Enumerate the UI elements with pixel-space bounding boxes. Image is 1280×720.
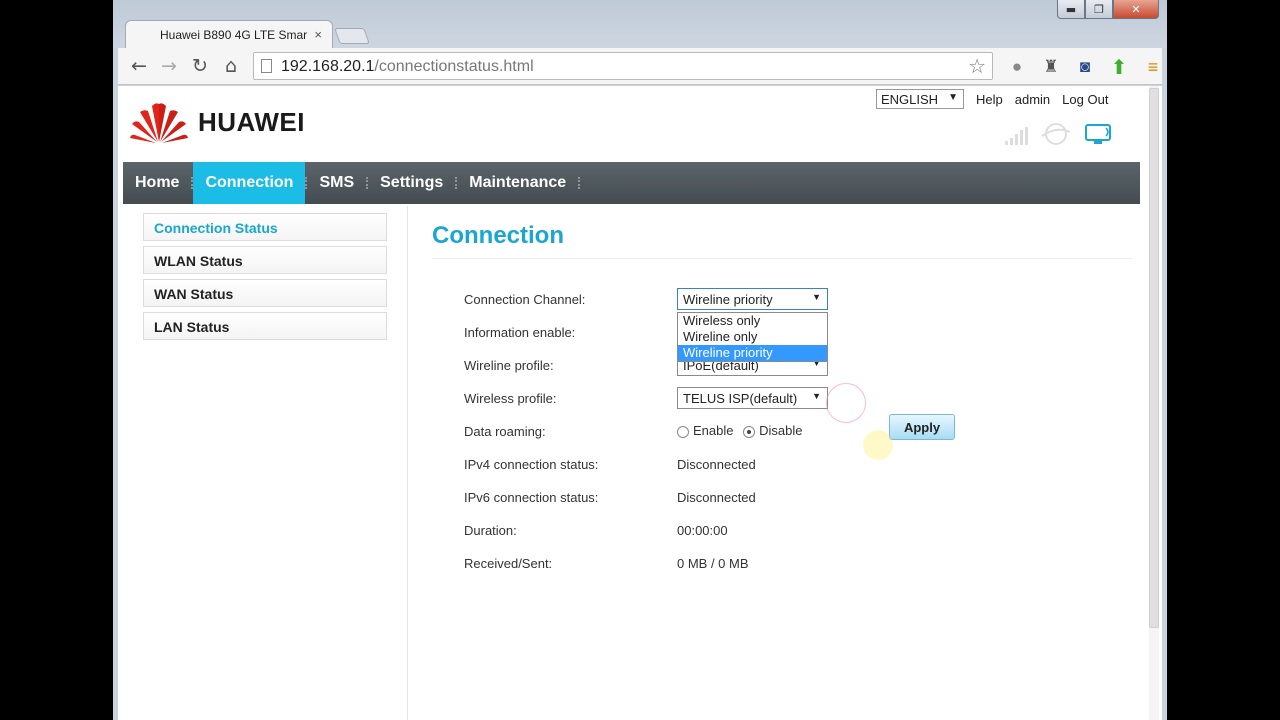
- huawei-logo[interactable]: HUAWEI: [130, 100, 305, 144]
- title-underline: [432, 258, 1132, 259]
- received-sent-label: Received/Sent:: [464, 556, 553, 571]
- reload-icon[interactable]: ↻: [187, 54, 213, 78]
- window-controls: ▬ ❐ ✕: [1057, 0, 1159, 19]
- username-label: admin: [1014, 91, 1051, 107]
- duration-label: Duration:: [464, 523, 517, 538]
- url-text: 192.168.20.1/connectionstatus.html: [281, 58, 534, 76]
- wireline-profile-label: Wireline profile:: [464, 358, 554, 373]
- tab-close-icon[interactable]: ×: [314, 27, 322, 42]
- extension-circle-icon[interactable]: ●: [1006, 56, 1028, 78]
- globe-network-icon: [1041, 123, 1071, 145]
- huawei-petals-icon: [130, 103, 188, 143]
- forward-icon[interactable]: →: [156, 54, 182, 78]
- tab-title: Huawei B890 4G LTE Smar: [160, 28, 308, 42]
- title-bar: ▬ ❐ ✕ Huawei B890 4G LTE Smar ×: [113, 0, 1167, 48]
- wireless-profile-select[interactable]: TELUS ISP(default) ▼: [677, 387, 828, 409]
- browser-window: ▬ ❐ ✕ Huawei B890 4G LTE Smar × ← → ↻ ⌂ …: [113, 0, 1167, 720]
- ipv4-status-label: IPv4 connection status:: [464, 457, 599, 472]
- help-link[interactable]: Help: [976, 92, 1003, 107]
- roaming-enable-label: Enable: [693, 423, 734, 438]
- url-path: /connectionstatus.html: [374, 58, 534, 75]
- duration-value: 00:00:00: [677, 523, 728, 538]
- data-roaming-label: Data roaming:: [464, 424, 546, 439]
- page-viewport: HUAWEI ENGLISH ▼ Help admin Log Out Home…: [118, 86, 1162, 720]
- menu-icon[interactable]: ≡: [1142, 56, 1164, 78]
- cursor-highlight: [863, 430, 893, 460]
- roaming-disable-radio[interactable]: [743, 425, 756, 438]
- nav-home[interactable]: Home: [123, 162, 191, 204]
- sidebar-item-connection-status[interactable]: Connection Status: [143, 213, 387, 241]
- browser-tab[interactable]: Huawei B890 4G LTE Smar ×: [125, 20, 333, 48]
- header-links: ENGLISH ▼ Help admin Log Out: [876, 89, 1120, 109]
- page-title: Connection: [432, 222, 564, 249]
- apply-button[interactable]: Apply: [889, 414, 955, 440]
- new-tab-button[interactable]: [334, 28, 370, 44]
- roaming-enable-radio[interactable]: [677, 425, 689, 438]
- option-wireline-priority[interactable]: Wireline priority: [678, 345, 827, 361]
- ipv4-status-value: Disconnected: [677, 457, 756, 472]
- connection-channel-select[interactable]: Wireline priority ▼: [677, 288, 828, 310]
- nav-separator: [578, 177, 581, 189]
- connection-channel-dropdown: Wireless only Wireline only Wireline pri…: [677, 312, 828, 362]
- browser-toolbar: ← → ↻ ⌂ 192.168.20.1/connectionstatus.ht…: [118, 48, 1162, 85]
- extension-ghost-icon[interactable]: ♜: [1040, 56, 1062, 78]
- main-navigation: Home Connection SMS Settings Maintenance: [123, 162, 1140, 204]
- option-wireline-only[interactable]: Wireline only: [678, 329, 827, 345]
- signal-strength-icon: [1005, 127, 1028, 145]
- language-select[interactable]: ENGLISH ▼: [876, 89, 964, 109]
- ipv6-status-value: Disconnected: [677, 490, 756, 505]
- home-icon[interactable]: ⌂: [218, 54, 244, 78]
- back-icon[interactable]: ←: [126, 54, 152, 78]
- content-divider: [407, 206, 408, 720]
- url-host: 192.168.20.1: [281, 58, 375, 75]
- logout-link[interactable]: Log Out: [1062, 92, 1108, 107]
- sidebar-item-wlan-status[interactable]: WLAN Status: [143, 246, 387, 274]
- address-bar[interactable]: 192.168.20.1/connectionstatus.html ☆: [253, 52, 993, 80]
- option-wireless-only[interactable]: Wireless only: [678, 313, 827, 329]
- nav-maintenance[interactable]: Maintenance: [457, 162, 578, 204]
- scrollbar-thumb[interactable]: [1149, 88, 1159, 628]
- minimize-button[interactable]: ▬: [1057, 0, 1085, 19]
- data-roaming-options: Enable Disable: [677, 423, 802, 438]
- logo-text: HUAWEI: [198, 106, 305, 137]
- computer-connection-icon: [1085, 124, 1111, 144]
- sidebar-item-wan-status[interactable]: WAN Status: [143, 279, 387, 307]
- close-window-button[interactable]: ✕: [1113, 0, 1159, 19]
- extension-upload-icon[interactable]: ⬆: [1108, 56, 1130, 79]
- bookmark-star-icon[interactable]: ☆: [968, 54, 986, 79]
- ipv6-status-label: IPv6 connection status:: [464, 490, 599, 505]
- connection-channel-value: Wireline priority: [683, 292, 773, 307]
- wireless-profile-label: Wireless profile:: [464, 391, 557, 406]
- nav-sms[interactable]: SMS: [307, 162, 366, 204]
- click-indicator: [826, 383, 866, 423]
- received-sent-value: 0 MB / 0 MB: [677, 556, 749, 571]
- status-icons: [1004, 122, 1114, 146]
- maximize-button[interactable]: ❐: [1085, 0, 1113, 19]
- nav-connection[interactable]: Connection: [193, 162, 306, 204]
- sidebar-item-lan-status[interactable]: LAN Status: [143, 312, 387, 340]
- nav-settings[interactable]: Settings: [368, 162, 455, 204]
- language-value: ENGLISH: [881, 92, 939, 107]
- extension-camera-icon[interactable]: ◙: [1074, 56, 1096, 78]
- wireless-profile-value: TELUS ISP(default): [683, 391, 798, 406]
- chevron-down-icon: ▼: [948, 92, 958, 103]
- sidebar: Connection Status WLAN Status WAN Status…: [143, 213, 387, 345]
- page-icon: [261, 59, 272, 73]
- chevron-down-icon: ▼: [812, 391, 821, 401]
- information-enable-label: Information enable:: [464, 325, 576, 340]
- roaming-disable-label: Disable: [759, 423, 803, 438]
- chevron-down-icon: ▼: [812, 292, 821, 302]
- connection-channel-label: Connection Channel:: [464, 292, 586, 307]
